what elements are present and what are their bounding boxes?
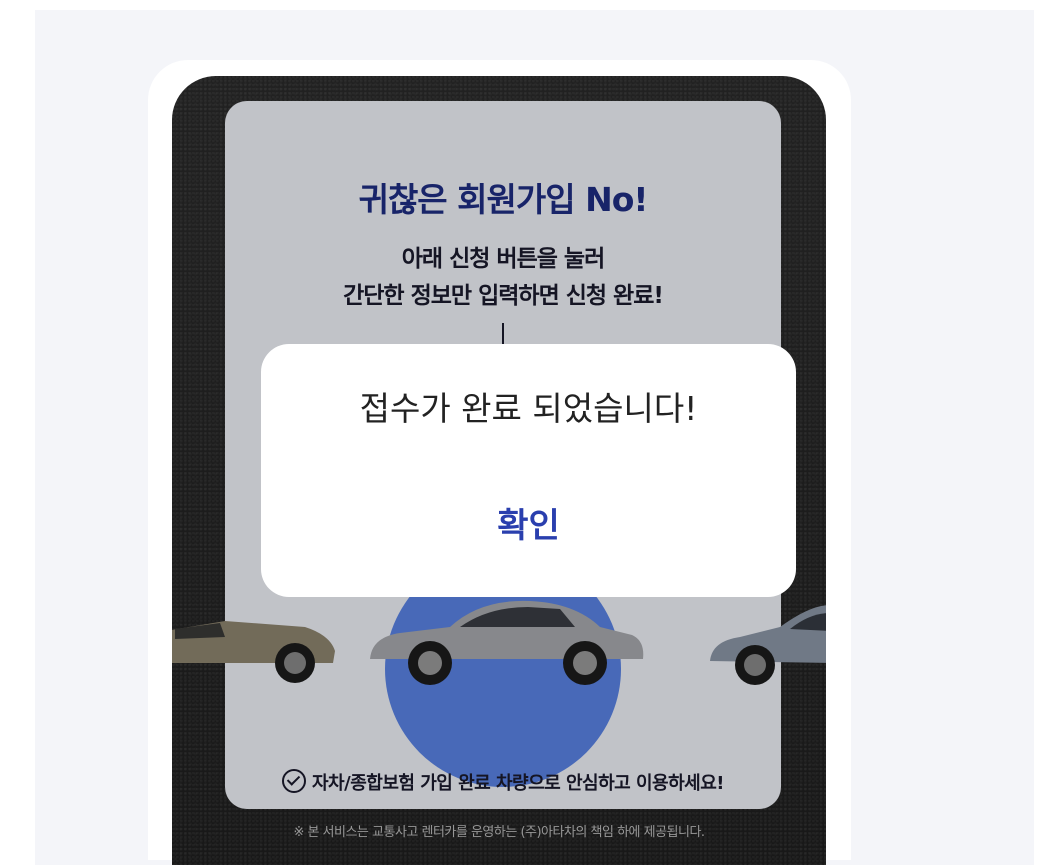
confirm-button[interactable]: 확인 <box>477 492 580 553</box>
dialog-message: 접수가 완료 되었습니다! <box>359 389 698 428</box>
confirmation-dialog: 접수가 완료 되었습니다! 확인 <box>261 344 796 597</box>
